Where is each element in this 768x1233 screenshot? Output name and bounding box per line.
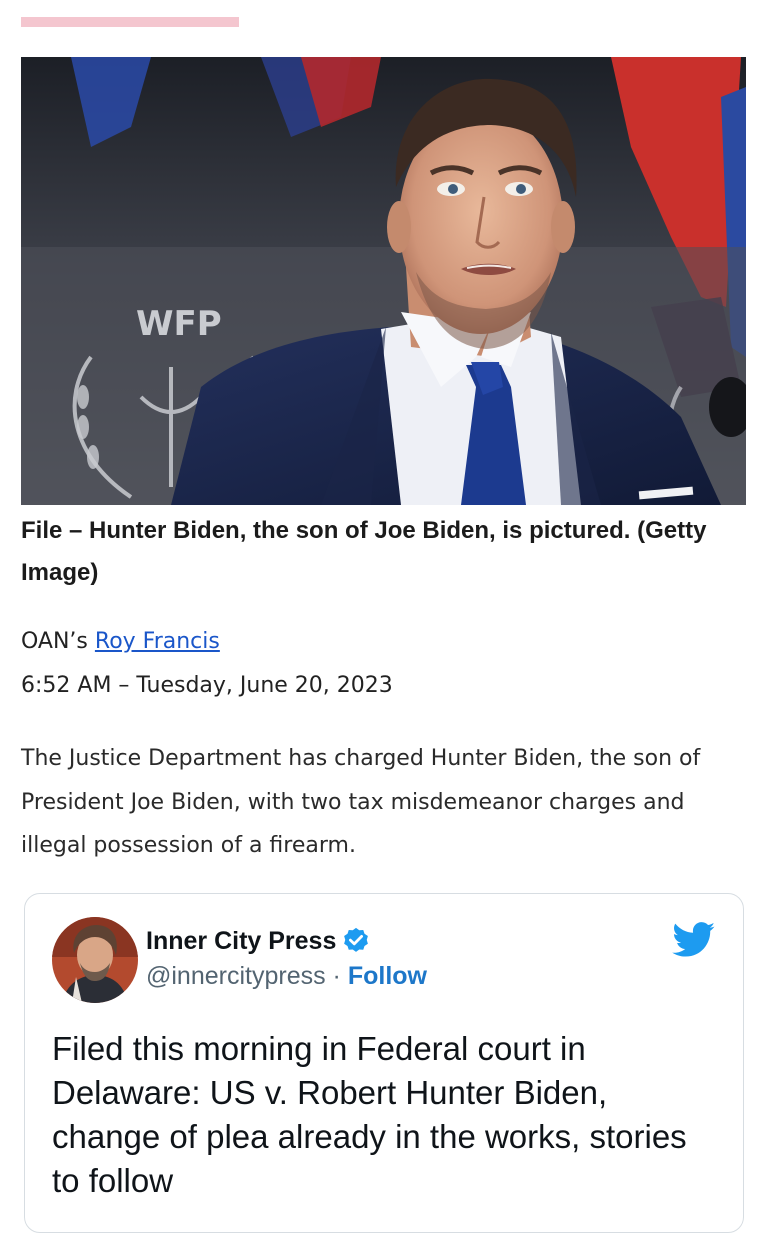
tweet-author-row: Inner City Press <box>146 926 371 956</box>
image-caption: File – Hunter Biden, the son of Joe Bide… <box>21 517 707 586</box>
wfp-watermark: WFP <box>136 304 222 344</box>
tweet-handle[interactable]: @innercitypress <box>146 962 326 990</box>
byline-prefix: OAN’s <box>21 629 95 654</box>
tweet-text: Filed this morning in Federal court in D… <box>52 1030 687 1199</box>
article-lede-paragraph: The Justice Department has charged Hunte… <box>21 746 701 858</box>
verified-badge-icon <box>344 927 369 952</box>
tweet-handle-row: @innercitypress · Follow <box>146 962 427 991</box>
embedded-tweet-card[interactable]: Inner City Press @innercitypress · Follo… <box>24 893 744 1233</box>
twitter-bird-icon[interactable] <box>672 922 716 958</box>
handle-separator: · <box>325 962 348 990</box>
top-accent-bar <box>21 17 239 27</box>
follow-button[interactable]: Follow <box>348 962 427 990</box>
article-hero-image: WFP <box>21 57 746 505</box>
author-link[interactable]: Roy Francis <box>95 629 220 654</box>
tweet-display-name[interactable]: Inner City Press <box>146 927 336 956</box>
avatar[interactable] <box>52 917 138 1003</box>
article-dateline: 6:52 AM – Tuesday, June 20, 2023 <box>21 673 393 698</box>
byline: OAN’s Roy Francis <box>21 624 220 660</box>
